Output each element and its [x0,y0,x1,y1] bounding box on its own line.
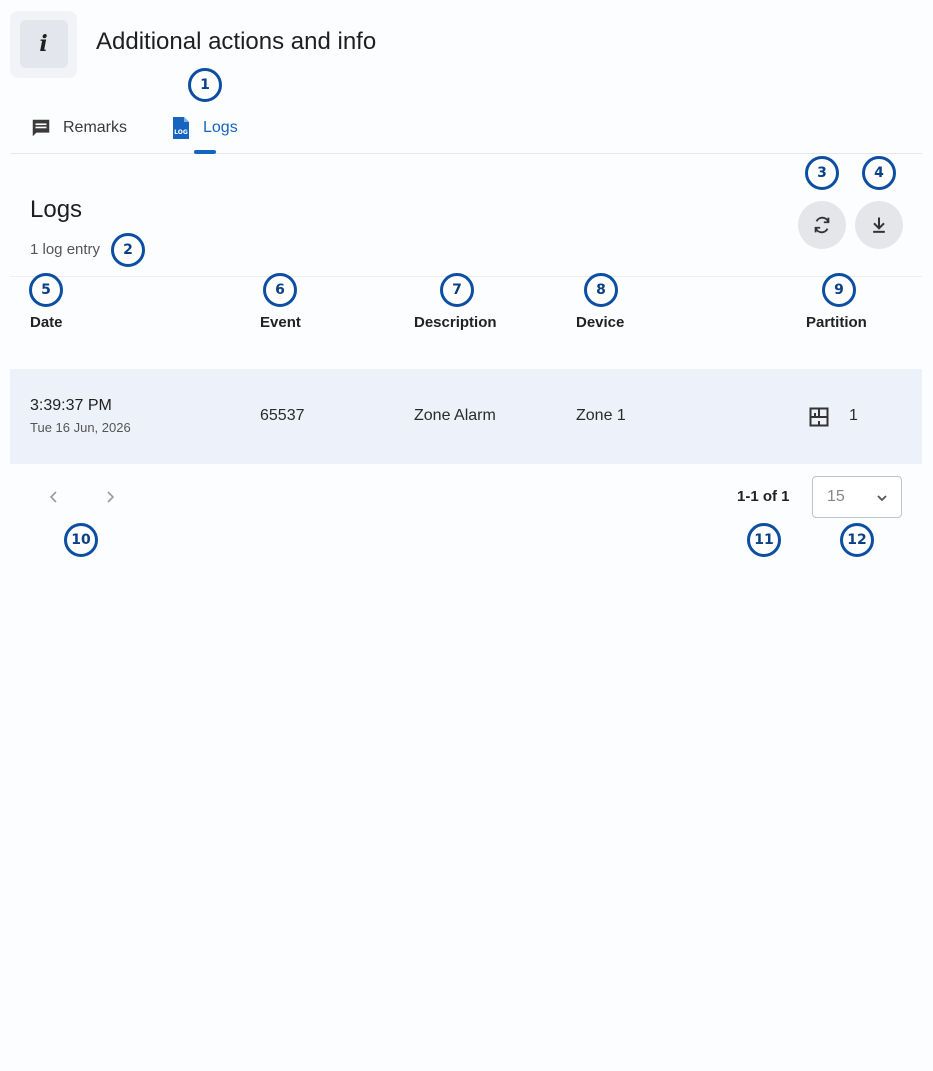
row-time: 3:39:37 PM [30,397,112,414]
refresh-icon [814,216,830,234]
row-date: Tue 16 Jun, 2026 [30,420,131,435]
comment-icon [32,119,50,137]
page-title: Additional actions and info [96,28,377,55]
pagination-range: 1-1 of 1 [737,488,790,505]
tab-logs[interactable]: LOG Logs [170,102,238,154]
annotation-badge-12: 12 [840,523,874,557]
annotation-badge-8: 8 [584,273,618,307]
tab-remarks-label: Remarks [63,119,128,136]
annotation-badge-10: 10 [64,523,98,557]
tab-bar: Remarks LOG Logs [10,102,922,154]
log-entry-count: 1 log entry [30,241,101,258]
next-page-button[interactable] [98,485,122,509]
tab-logs-label: Logs [203,119,238,136]
download-button[interactable] [855,201,903,249]
active-tab-indicator [194,150,216,154]
info-icon-container: i [10,10,77,78]
previous-page-button[interactable] [42,485,66,509]
annotation-badge-9: 9 [822,273,856,307]
column-header-partition[interactable]: Partition [806,314,867,331]
page-size-value: 15 [827,488,845,505]
annotation-badge-11: 11 [747,523,781,557]
column-header-device[interactable]: Device [576,314,624,331]
download-icon [873,217,885,233]
page-size-select[interactable]: 15 [812,476,902,518]
log-file-icon: LOG [173,117,189,139]
row-device: Zone 1 [576,407,626,424]
annotation-badge-5: 5 [29,273,63,307]
tab-remarks[interactable]: Remarks [30,102,127,154]
annotation-badge-3: 3 [805,156,839,190]
panel-header: i Additional actions and info [10,10,376,78]
refresh-button[interactable] [798,201,846,249]
table-row[interactable]: 3:39:37 PM Tue 16 Jun, 2026 65537 Zone A… [10,369,922,464]
row-partition: 1 [849,407,858,424]
row-description: Zone Alarm [414,407,496,424]
annotation-badge-4: 4 [862,156,896,190]
column-header-description[interactable]: Description [414,314,497,331]
chevron-left-icon [49,491,57,503]
svg-text:LOG: LOG [174,129,188,136]
annotation-badge-2: 2 [111,233,145,267]
chevron-right-icon [107,491,115,503]
chevron-down-icon [877,495,887,502]
logs-title: Logs [30,196,83,223]
annotation-badge-1: 1 [188,68,222,102]
column-header-date[interactable]: Date [30,314,63,331]
partition-icon [809,407,829,427]
annotation-badge-7: 7 [440,273,474,307]
annotation-badge-6: 6 [263,273,297,307]
row-event: 65537 [260,407,305,424]
column-header-event[interactable]: Event [260,314,301,331]
info-icon: i [19,20,68,68]
